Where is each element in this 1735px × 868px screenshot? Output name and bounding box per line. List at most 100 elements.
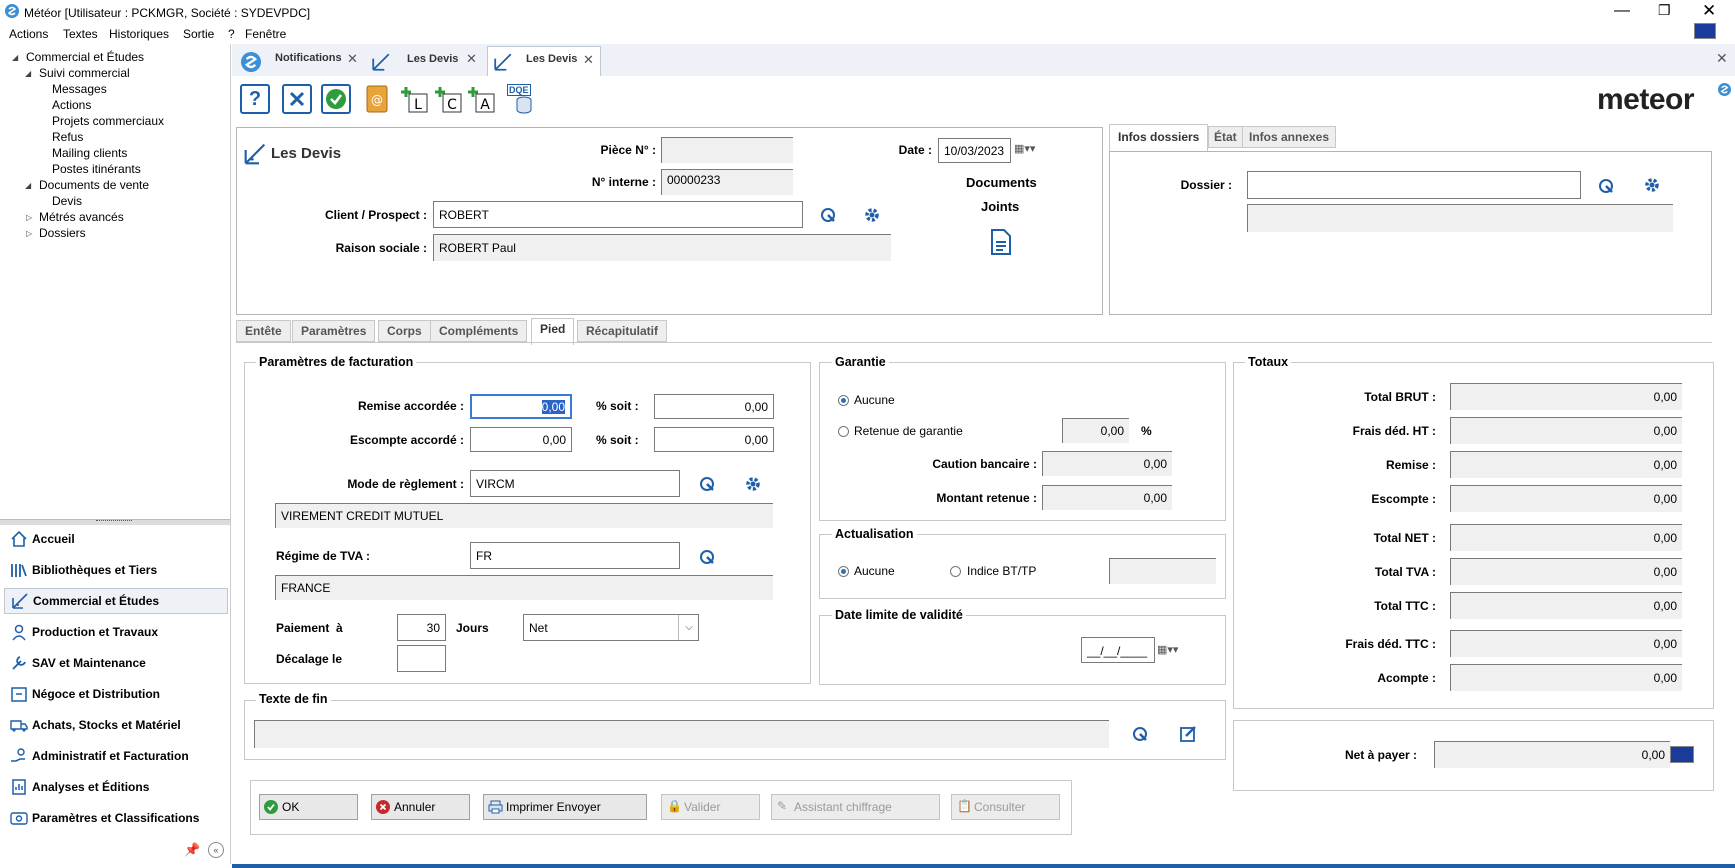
search-picker-icon[interactable] [1131, 725, 1149, 743]
nav-administratif[interactable]: Administratif et Facturation [4, 743, 228, 769]
menu-actions[interactable]: Actions [9, 27, 48, 41]
actualisation-aucune-radio[interactable] [838, 566, 849, 577]
close-tab-icon[interactable]: ✕ [466, 51, 477, 67]
tab-les-devis-active[interactable]: Les Devis ✕ [487, 46, 601, 76]
tree-item[interactable]: Commercial et Études [26, 50, 144, 64]
escompte-soit-field[interactable]: 0,00 [654, 427, 774, 452]
nav-bibliotheques[interactable]: Bibliothèques et Tiers [4, 557, 228, 583]
add-line-c-button[interactable]: C [433, 84, 463, 114]
tree-item[interactable]: Postes itinérants [52, 162, 141, 176]
dossier-field[interactable] [1247, 171, 1581, 199]
tree-item[interactable]: Devis [52, 194, 82, 208]
tab-complements[interactable]: Compléments [430, 320, 528, 342]
indice-field[interactable] [1109, 558, 1216, 584]
cancel-toolbar-button[interactable] [282, 84, 312, 114]
close-tab-icon[interactable]: ✕ [583, 52, 594, 68]
mode-field[interactable]: VIRCM [470, 470, 680, 497]
calendar-dropdown-icon[interactable]: ▦▾▾ [1157, 643, 1178, 656]
joints-label[interactable]: Joints [981, 199, 1019, 214]
collapse-panel-icon[interactable]: « [208, 842, 224, 858]
garantie-retenue-radio[interactable] [838, 426, 849, 437]
garantie-aucune-radio[interactable] [838, 395, 849, 406]
collapse-icon[interactable]: ▷ [26, 229, 32, 238]
expand-icon[interactable]: ◢ [12, 53, 18, 62]
tab-etat[interactable]: État [1208, 126, 1243, 148]
validite-field[interactable]: __/__/____ [1081, 637, 1155, 663]
nav-accueil[interactable]: Accueil [4, 526, 228, 552]
net-select[interactable]: Net [523, 614, 699, 641]
nav-analyses[interactable]: Analyses et Éditions [4, 774, 228, 800]
tree-item[interactable]: Refus [52, 130, 83, 144]
add-line-a-button[interactable]: A [466, 84, 496, 114]
minimize-button[interactable]: — [1614, 2, 1630, 20]
expand-icon[interactable]: ◢ [25, 69, 31, 78]
date-field[interactable]: 10/03/2023 [938, 138, 1011, 163]
search-picker-icon[interactable] [1597, 177, 1615, 195]
dqe-button[interactable]: DQE [505, 84, 535, 114]
add-line-l-button[interactable]: L [399, 84, 429, 114]
tab-recapitulatif[interactable]: Récapitulatif [577, 320, 668, 342]
nav-achats[interactable]: Achats, Stocks et Matériel [4, 712, 228, 738]
piece-field[interactable] [661, 137, 793, 163]
gear-icon[interactable] [1643, 176, 1661, 194]
tab-les-devis-1[interactable]: Les Devis ✕ [366, 48, 484, 76]
search-picker-icon[interactable] [698, 475, 716, 493]
collapse-icon[interactable]: ▷ [26, 213, 32, 222]
menu-sortie[interactable]: Sortie [183, 27, 214, 41]
tab-pied[interactable]: Pied [531, 318, 575, 345]
close-all-icon[interactable]: ✕ [1716, 50, 1728, 67]
tree-item[interactable]: Documents de vente [39, 178, 149, 192]
nav-parametres[interactable]: Paramètres et Classifications [4, 805, 228, 831]
nav-sav[interactable]: SAV et Maintenance [4, 650, 228, 676]
imprimer-button[interactable]: Imprimer Envoyer [483, 794, 647, 820]
escompte-field[interactable]: 0,00 [470, 427, 572, 452]
menu-fenetre[interactable]: Fenêtre [245, 27, 286, 41]
validate-toolbar-button[interactable] [321, 84, 351, 114]
tree-item[interactable]: Dossiers [39, 226, 86, 240]
restore-button[interactable]: ❐ [1658, 2, 1671, 19]
tree-item[interactable]: Suivi commercial [39, 66, 130, 80]
ok-button[interactable]: OK [259, 794, 358, 820]
tree-item[interactable]: Métrés avancés [39, 210, 124, 224]
valider-button[interactable]: 🔒 Valider [661, 794, 760, 820]
nav-negoce[interactable]: Négoce et Distribution [4, 681, 228, 707]
close-tab-icon[interactable]: ✕ [347, 51, 358, 67]
tab-notifications[interactable]: Notifications ✕ [236, 48, 364, 76]
consulter-button[interactable]: 📋 Consulter [951, 794, 1060, 820]
menu-help[interactable]: ? [228, 27, 235, 41]
gear-icon[interactable] [863, 206, 881, 224]
paiement-field[interactable]: 30 [397, 614, 446, 641]
pin-icon[interactable]: 📌 [184, 842, 200, 858]
actualisation-indice-radio[interactable] [950, 566, 961, 577]
calendar-dropdown-icon[interactable]: ▦▾▾ [1014, 142, 1035, 155]
tree-item[interactable]: Mailing clients [52, 146, 127, 160]
annuler-button[interactable]: Annuler [371, 794, 470, 820]
search-picker-icon[interactable] [698, 548, 716, 566]
texte-fin-field[interactable] [254, 720, 1109, 748]
tab-entete[interactable]: Entête [236, 320, 291, 342]
documents-label[interactable]: Documents [966, 175, 1037, 190]
help-button[interactable]: ? [240, 84, 270, 114]
tab-parametres[interactable]: Paramètres [292, 320, 376, 342]
tree-item[interactable]: Projets commerciaux [52, 114, 164, 128]
tva-field[interactable]: FR [470, 542, 680, 569]
tree-item[interactable]: Messages [52, 82, 107, 96]
decalage-field[interactable] [397, 645, 446, 672]
address-book-button[interactable]: @ [362, 84, 392, 114]
gear-icon[interactable] [744, 475, 762, 493]
nav-production[interactable]: Production et Travaux [4, 619, 228, 645]
menu-historiques[interactable]: Historiques [109, 27, 169, 41]
close-window-button[interactable]: ✕ [1702, 1, 1716, 21]
nav-commercial[interactable]: Commercial et Études [4, 588, 228, 614]
retenue-field[interactable]: 0,00 [1062, 418, 1129, 443]
tab-corps[interactable]: Corps [378, 320, 431, 342]
search-picker-icon[interactable] [819, 206, 837, 224]
tab-infos-dossiers[interactable]: Infos dossiers [1109, 124, 1209, 152]
edit-icon[interactable] [1179, 725, 1197, 743]
expand-icon[interactable]: ◢ [25, 181, 31, 190]
menu-textes[interactable]: Textes [63, 27, 98, 41]
tab-infos-annexes[interactable]: Infos annexes [1242, 126, 1337, 148]
document-icon[interactable] [990, 229, 1012, 255]
remise-soit-field[interactable]: 0,00 [654, 394, 774, 419]
remise-field[interactable]: 0,00 [470, 394, 572, 419]
